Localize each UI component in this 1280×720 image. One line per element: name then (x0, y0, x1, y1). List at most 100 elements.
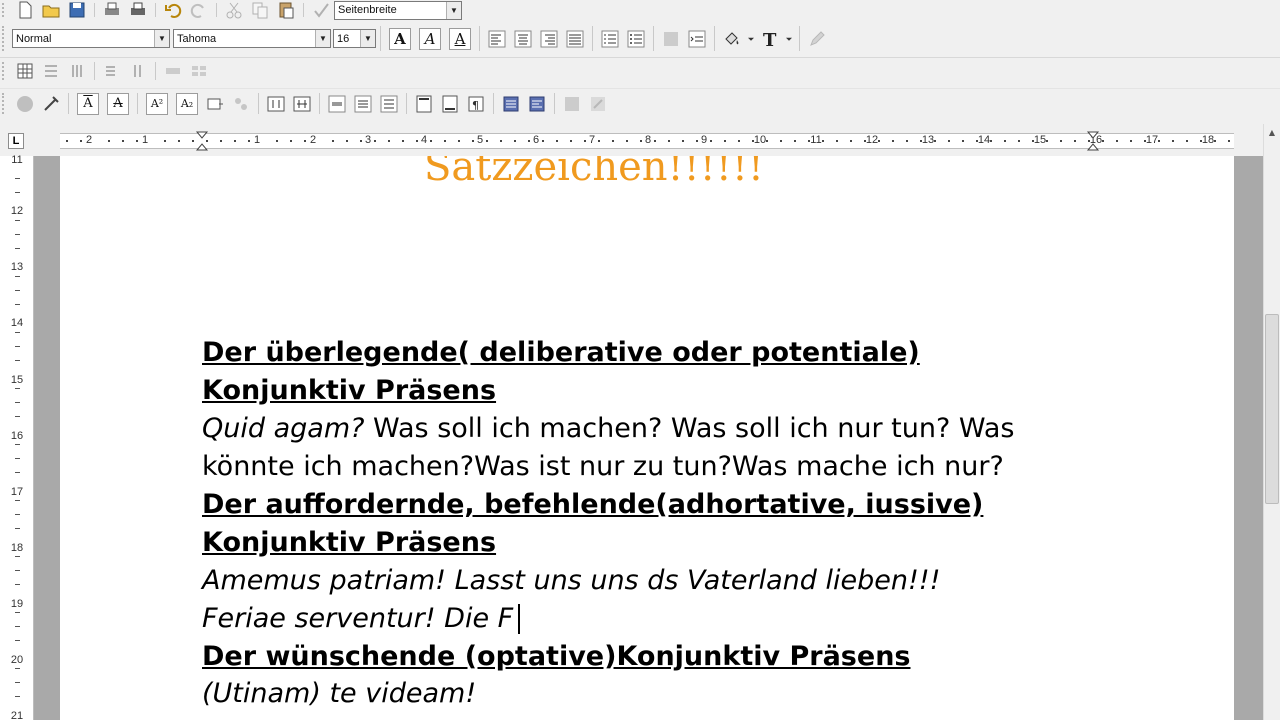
paragraph-line[interactable]: Amemus patriam! Lasst uns uns ds Vaterla… (202, 564, 940, 598)
image-icon[interactable] (559, 92, 585, 116)
toolbar-grip[interactable] (2, 3, 8, 17)
open-folder-icon[interactable] (38, 1, 64, 19)
print-preview-icon[interactable] (99, 1, 125, 19)
merge-cells-icon[interactable] (160, 59, 186, 83)
paragraph-line[interactable]: Der auffordernde, befehlende(adhortative… (202, 488, 983, 522)
line-spacing-single-icon[interactable] (324, 92, 350, 116)
font-select[interactable]: Tahoma ▼ (173, 29, 331, 48)
overline-icon[interactable]: A (77, 92, 99, 115)
paragraph-icon[interactable]: ¶ (463, 92, 489, 116)
save-icon[interactable] (64, 1, 90, 19)
toolbar-grip[interactable] (2, 25, 8, 52)
scrollbar-thumb[interactable] (1265, 314, 1279, 504)
paragraph-line[interactable]: Konjunktiv Präsens (202, 526, 496, 560)
scroll-up-icon[interactable]: ▲ (1264, 124, 1280, 141)
italic-icon[interactable]: A (419, 27, 441, 50)
formatting-toolbar: Normal ▼ Tahoma ▼ 16 ▼ A A A T (0, 20, 1280, 58)
ruler-tick (514, 140, 516, 142)
zoom-select[interactable]: Seitenbreite ▼ (334, 0, 462, 20)
subscript-icon[interactable]: A₂ (176, 92, 198, 115)
edit-image-icon[interactable] (585, 92, 611, 116)
font-color-icon[interactable]: T (757, 27, 783, 51)
justify-icon[interactable] (562, 27, 588, 51)
line-spacing-onehalf-icon[interactable] (350, 92, 376, 116)
insert-row-icon[interactable] (38, 59, 64, 83)
border-icon[interactable] (658, 27, 684, 51)
tools-icon[interactable] (38, 92, 64, 116)
style-select[interactable]: Normal ▼ (12, 29, 170, 48)
footer-icon[interactable] (437, 92, 463, 116)
vertical-scrollbar[interactable]: ▲ (1263, 124, 1280, 720)
chevron-down-icon[interactable] (745, 27, 757, 51)
column-break-icon[interactable] (289, 92, 315, 116)
document-properties-icon[interactable] (524, 92, 550, 116)
cut-icon[interactable] (221, 1, 247, 19)
align-right-icon[interactable] (536, 27, 562, 51)
delete-row-icon[interactable] (99, 59, 125, 83)
chevron-down-icon[interactable]: ▼ (154, 30, 169, 47)
paste-icon[interactable] (273, 1, 299, 19)
left-indent-marker[interactable] (195, 126, 209, 156)
vertical-ruler-number: 16 (10, 430, 24, 442)
ruler-tick (1172, 140, 1174, 142)
chevron-down-icon[interactable]: ▼ (446, 1, 461, 19)
insert-field-icon[interactable] (202, 92, 228, 116)
font-size-select[interactable]: 16 ▼ (333, 29, 376, 48)
delete-column-icon[interactable] (125, 59, 151, 83)
split-cells-icon[interactable] (186, 59, 212, 83)
latin-phrase: Quid agam? (202, 413, 365, 444)
chevron-down-icon[interactable]: ▼ (315, 30, 330, 47)
translation-text: Was soll ich machen? Was soll ich nur tu… (364, 413, 1015, 444)
pen-icon[interactable] (804, 27, 830, 51)
align-center-icon[interactable] (510, 27, 536, 51)
bullet-list-icon[interactable] (623, 27, 649, 51)
align-left-icon[interactable] (484, 27, 510, 51)
paragraph-line[interactable]: (Utinam) te videam! (202, 677, 476, 711)
group-icon[interactable] (228, 92, 254, 116)
column-layout-icon[interactable] (263, 92, 289, 116)
tab-selector[interactable]: L (8, 133, 24, 149)
line-spacing-double-icon[interactable] (376, 92, 402, 116)
page-setup-icon[interactable] (498, 92, 524, 116)
paragraph-line[interactable]: Der wünschende (optative)Konjunktiv Präs… (202, 640, 911, 674)
document-page[interactable]: Satzzeichen!!!!!! Der überlegende( delib… (60, 156, 1234, 720)
copy-icon[interactable] (247, 1, 273, 19)
vertical-ruler-tick (15, 696, 20, 697)
undo-icon[interactable] (160, 1, 186, 19)
bold-icon[interactable]: A (389, 27, 411, 50)
paragraph-line[interactable]: Quid agam? Was soll ich machen? Was soll… (202, 412, 1014, 446)
paragraph-line[interactable]: Der überlegende( deliberative oder poten… (202, 336, 920, 370)
header-icon[interactable] (411, 92, 437, 116)
toolbar-grip[interactable] (2, 93, 8, 114)
ruler-tick (66, 140, 68, 142)
horizontal-ruler[interactable]: L 2 1 1 2 3 4 5 6 7 8 9 10 11 12 13 14 15 16 17 18 (0, 124, 1280, 156)
redo-icon[interactable] (186, 1, 212, 19)
chevron-down-icon[interactable]: ▼ (360, 30, 375, 47)
outline-icon[interactable]: A (449, 27, 471, 50)
insert-column-icon[interactable] (64, 59, 90, 83)
numbered-list-icon[interactable] (597, 27, 623, 51)
record-icon[interactable] (12, 92, 38, 116)
chevron-down-icon[interactable] (783, 27, 795, 51)
ruler-tick (332, 140, 334, 142)
print-icon[interactable] (125, 1, 151, 19)
indent-icon[interactable] (684, 27, 710, 51)
toolbar-separator (137, 93, 138, 114)
ruler-tick (80, 140, 82, 142)
paragraph-line[interactable]: könnte ich machen?Was ist nur zu tun?Was… (202, 450, 1004, 484)
insert-table-icon[interactable] (12, 59, 38, 83)
paragraph-line[interactable]: Konjunktiv Präsens (202, 374, 496, 408)
svg-text:T: T (763, 30, 777, 49)
toolbar-grip[interactable] (2, 61, 8, 81)
vertical-ruler-tick (15, 192, 20, 193)
ruler-tick (1228, 140, 1230, 142)
right-indent-marker[interactable] (1086, 126, 1100, 156)
vertical-ruler[interactable]: 11 12 13 14 15 16 17 18 19 20 21 (0, 154, 34, 720)
text-color-icon[interactable] (719, 27, 745, 51)
strikethrough-icon[interactable]: A (107, 92, 129, 115)
ruler-number: 12 (865, 134, 879, 146)
spellcheck-icon[interactable] (308, 1, 334, 19)
paragraph-line[interactable]: Feriae serventur! Die F (202, 602, 513, 636)
new-document-icon[interactable] (12, 1, 38, 19)
superscript-icon[interactable]: A² (146, 92, 168, 115)
